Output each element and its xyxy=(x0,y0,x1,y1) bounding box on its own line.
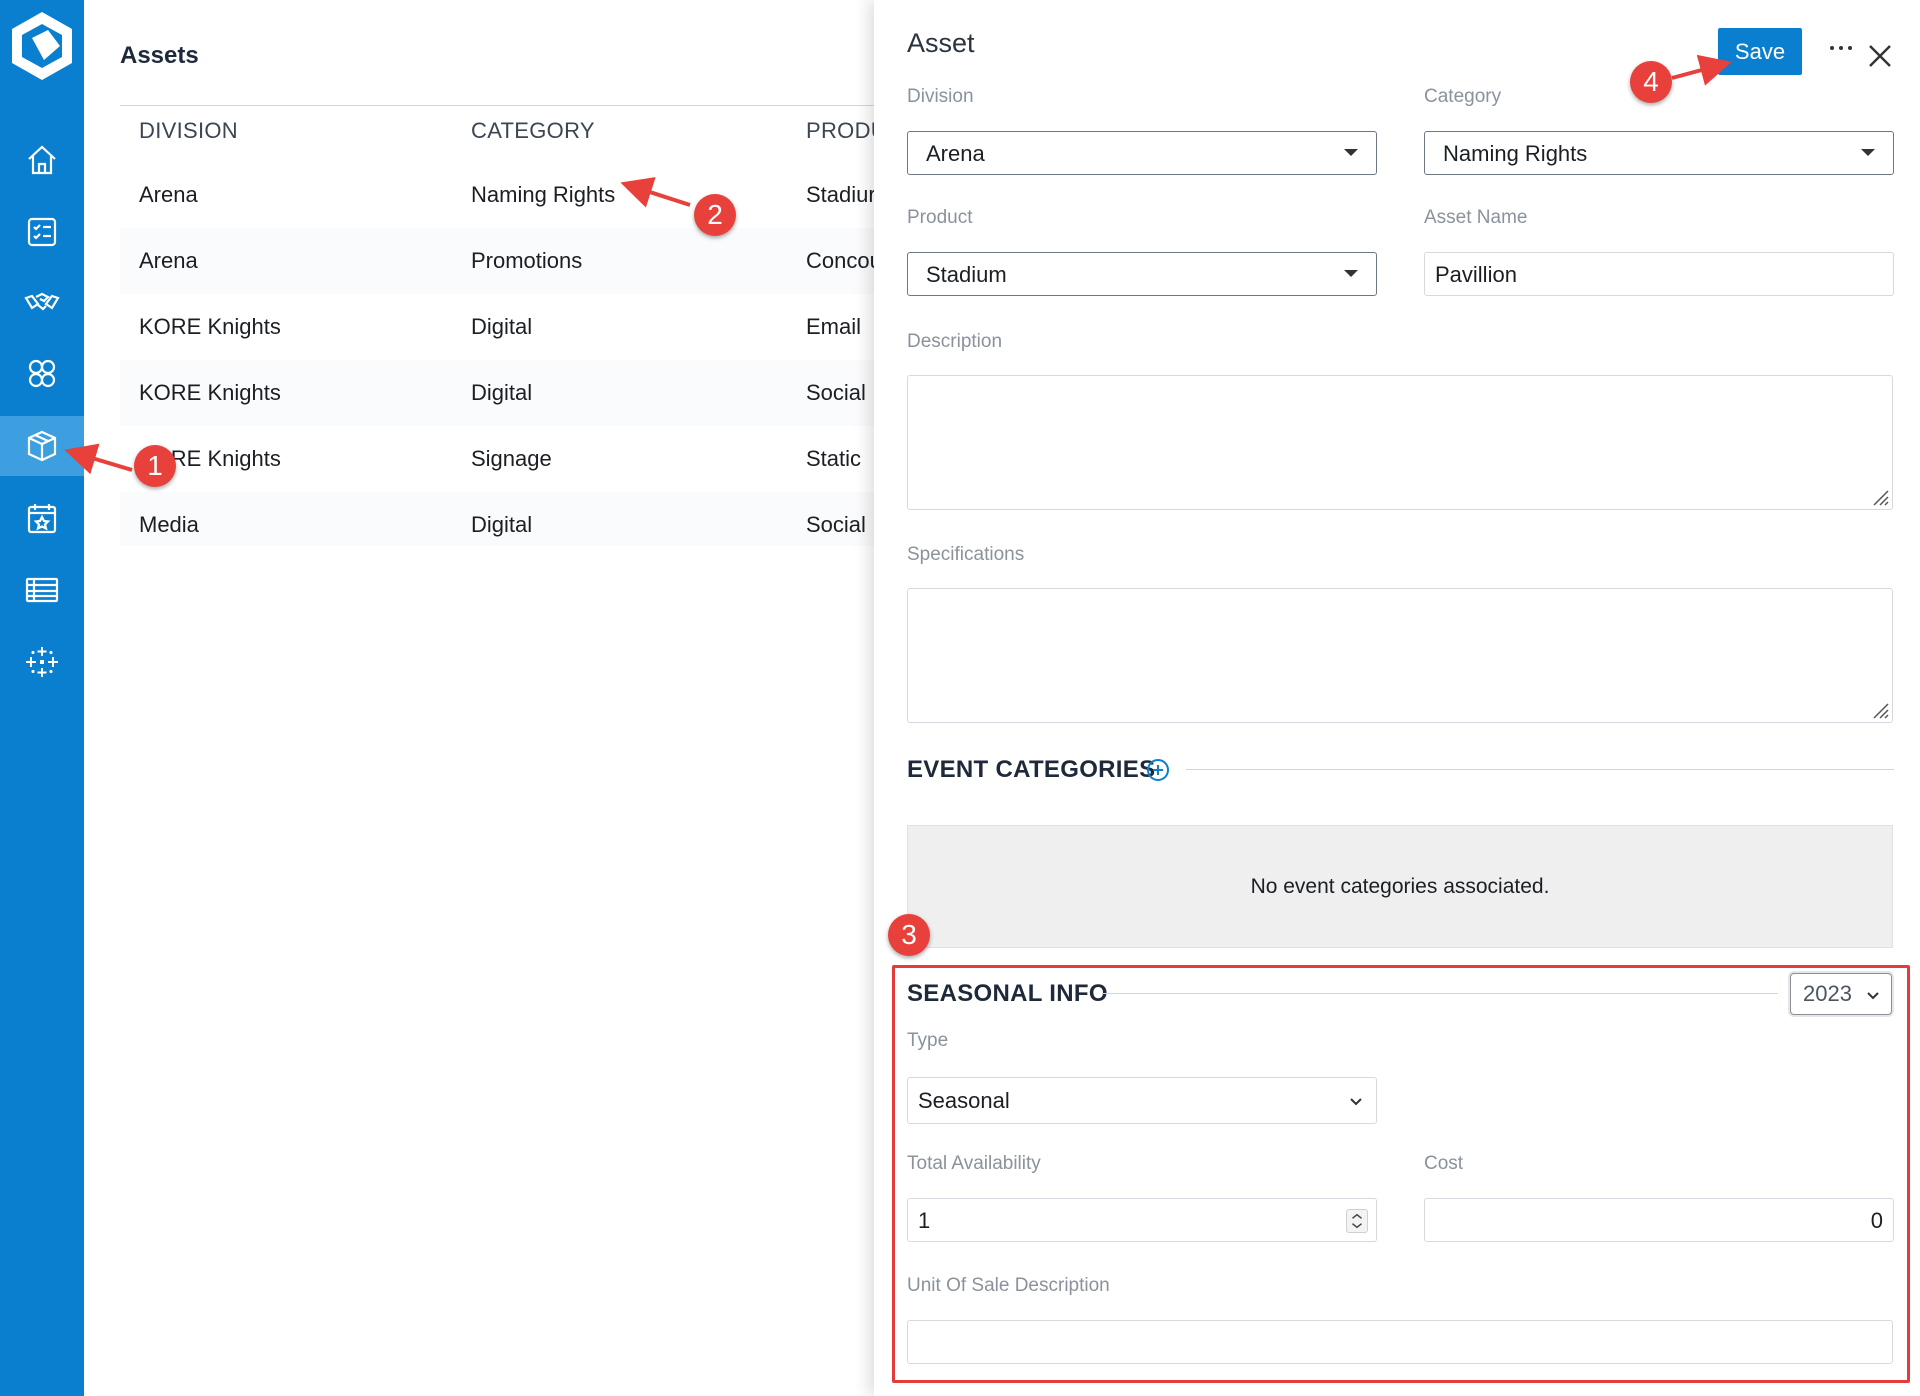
cell-product: Stadiur xyxy=(806,182,874,207)
type-label: Type xyxy=(907,1030,949,1051)
asset-detail-panel: Asset Save Division Arena Category Namin… xyxy=(874,0,1920,1396)
table-row[interactable]: KORE Knights Digital Social xyxy=(120,360,874,426)
description-textarea[interactable] xyxy=(907,375,1893,510)
cell-product: Email xyxy=(806,314,862,339)
table-row[interactable]: KORE Knights Digital Email xyxy=(120,294,874,360)
app-logo[interactable] xyxy=(8,10,76,82)
number-stepper[interactable] xyxy=(1346,1209,1368,1233)
checklist-icon xyxy=(27,217,57,247)
division-label: Division xyxy=(907,86,974,107)
box-icon xyxy=(27,430,57,462)
close-icon[interactable] xyxy=(1864,40,1896,72)
nav-tasks[interactable] xyxy=(0,202,84,262)
save-button[interactable]: Save xyxy=(1718,28,1802,75)
cell-division: Arena xyxy=(139,248,198,273)
product-label: Product xyxy=(907,207,973,228)
total-availability-input[interactable]: 1 xyxy=(907,1198,1377,1242)
nav-inventory[interactable] xyxy=(0,560,84,620)
caret-down-icon xyxy=(1344,270,1358,277)
cell-product: Social xyxy=(806,512,866,537)
table-row[interactable]: Arena Naming Rights Stadiur xyxy=(120,162,874,228)
cell-product: Social xyxy=(806,380,866,405)
cell-category: Naming Rights xyxy=(471,182,616,207)
add-circle-icon[interactable] xyxy=(1146,758,1170,782)
resize-grip-icon[interactable] xyxy=(1870,700,1890,720)
seasonal-info-title: SEASONAL INFO xyxy=(907,980,1108,1007)
more-horizontal-icon[interactable] xyxy=(1826,36,1856,60)
annotation-badge-2: 2 xyxy=(694,194,736,236)
calendar-star-icon xyxy=(27,504,57,534)
cell-category: Digital xyxy=(471,314,533,339)
panel-title: Asset xyxy=(907,28,975,58)
cell-division: KORE Knights xyxy=(139,380,281,405)
season-year-select[interactable]: 2023 xyxy=(1790,973,1892,1015)
caret-down-icon xyxy=(1861,149,1875,156)
type-select[interactable]: Seasonal xyxy=(907,1077,1377,1124)
section-divider xyxy=(1102,993,1778,994)
annotation-badge-1: 1 xyxy=(134,445,176,487)
cell-category: Digital xyxy=(471,512,533,537)
sparkle-grid-icon xyxy=(26,647,58,677)
category-select[interactable]: Naming Rights xyxy=(1424,131,1894,175)
total-availability-label: Total Availability xyxy=(907,1153,1041,1174)
nav-events[interactable] xyxy=(0,488,84,548)
chevron-down-icon xyxy=(1867,992,1879,1000)
column-header-product[interactable]: PRODU xyxy=(806,118,874,144)
nav-home[interactable] xyxy=(0,130,84,190)
empty-state-text: No event categories associated. xyxy=(1250,874,1550,898)
nav-assets[interactable] xyxy=(0,416,84,476)
unit-of-sale-label: Unit Of Sale Description xyxy=(907,1275,1110,1296)
cell-division: Arena xyxy=(139,182,198,207)
page-title: Assets xyxy=(120,42,199,69)
table-row[interactable]: KORE Knights Signage Static xyxy=(120,426,874,492)
cost-label: Cost xyxy=(1424,1153,1464,1174)
table-row[interactable]: Arena Promotions Concou xyxy=(120,228,874,294)
cell-division: KORE Knights xyxy=(139,314,281,339)
cell-division: Media xyxy=(139,512,199,537)
cell-category: Digital xyxy=(471,380,533,405)
product-value: Stadium xyxy=(926,262,1007,287)
table-icon xyxy=(25,577,59,603)
home-icon xyxy=(28,145,56,175)
specifications-textarea[interactable] xyxy=(907,588,1893,723)
total-availability-value: 1 xyxy=(918,1208,931,1233)
type-value: Seasonal xyxy=(918,1088,1010,1113)
asset-name-label: Asset Name xyxy=(1424,207,1528,228)
sidebar xyxy=(0,0,84,1396)
chevron-down-icon xyxy=(1350,1098,1362,1106)
event-categories-empty: No event categories associated. xyxy=(907,825,1893,948)
column-header-division[interactable]: DIVISION xyxy=(139,118,238,144)
nav-insights[interactable] xyxy=(0,632,84,692)
unit-of-sale-input[interactable] xyxy=(907,1320,1893,1364)
annotation-badge-3: 3 xyxy=(888,914,930,956)
cell-category: Signage xyxy=(471,446,552,471)
caret-down-icon xyxy=(1344,149,1358,156)
category-value: Naming Rights xyxy=(1443,141,1588,166)
handshake-icon xyxy=(24,292,60,311)
cost-input[interactable]: 0 xyxy=(1424,1198,1894,1242)
cell-category: Promotions xyxy=(471,248,583,273)
cell-product: Concou xyxy=(806,248,874,273)
groups-icon xyxy=(28,359,56,388)
stepper-arrows-icon xyxy=(1352,1213,1362,1229)
division-value: Arena xyxy=(926,141,985,166)
specifications-label: Specifications xyxy=(907,544,1025,565)
event-categories-title: EVENT CATEGORIES xyxy=(907,756,1156,783)
table-row[interactable]: Media Digital Social xyxy=(120,492,874,546)
season-year-value: 2023 xyxy=(1803,981,1852,1006)
nav-deals[interactable] xyxy=(0,272,84,332)
category-label: Category xyxy=(1424,86,1502,107)
cell-product: Static xyxy=(806,446,862,471)
annotation-badge-4: 4 xyxy=(1630,61,1672,103)
description-label: Description xyxy=(907,331,1003,352)
asset-name-input[interactable]: Pavillion xyxy=(1424,252,1894,296)
column-header-category[interactable]: CATEGORY xyxy=(471,118,595,144)
product-select[interactable]: Stadium xyxy=(907,252,1377,296)
resize-grip-icon[interactable] xyxy=(1870,487,1890,507)
assets-table: DIVISION CATEGORY PRODU Arena Naming Rig… xyxy=(120,106,874,546)
division-select[interactable]: Arena xyxy=(907,131,1377,175)
section-divider xyxy=(1186,769,1894,770)
nav-accounts[interactable] xyxy=(0,344,84,404)
